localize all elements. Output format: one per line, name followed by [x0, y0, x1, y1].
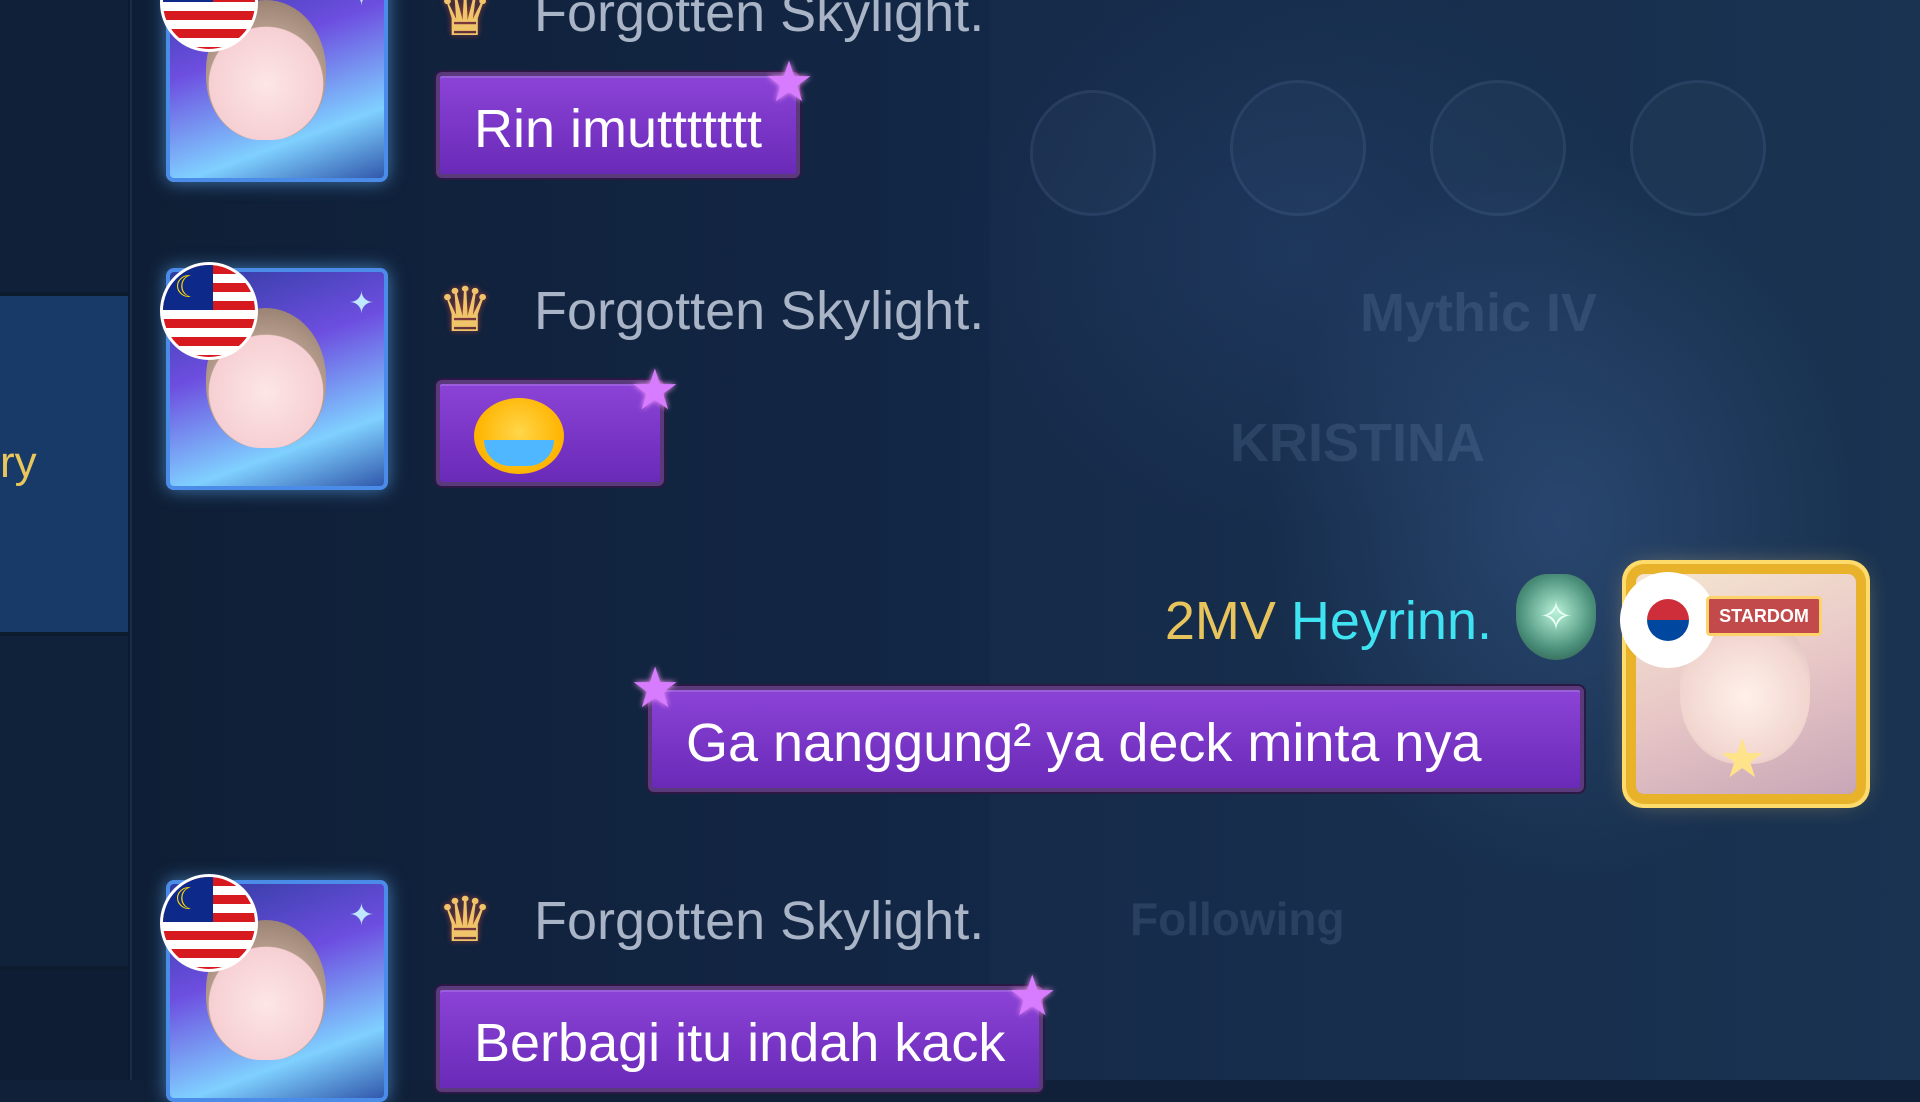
sparkle-icon: ✦: [348, 287, 374, 320]
sender-avatar[interactable]: ☾ ✦: [160, 874, 388, 1102]
ghost-avatar-icon: [1230, 80, 1366, 216]
malaysia-flag-icon: ☾: [160, 874, 258, 972]
left-sidebar: ry: [0, 0, 132, 1080]
chat-message-bubble[interactable]: Rin imuttttttt ★: [436, 54, 814, 178]
malaysia-flag-icon: ☾: [160, 262, 258, 360]
chat-message-bubble[interactable]: Ga nanggung² ya deck minta nya ★: [630, 660, 1584, 792]
sender-name: Forgotten Skylight.: [534, 891, 985, 951]
background-name-text: KRISTINA: [1230, 413, 1485, 473]
mythic-rank-icon: ♛: [437, 275, 493, 345]
star-icon: ★: [630, 656, 681, 719]
background-following-text: Following: [1130, 893, 1345, 945]
star-frame-icon: ★: [1718, 729, 1767, 789]
mythic-rank-icon: ♛: [437, 885, 493, 955]
ghost-star-icon: [1030, 90, 1156, 216]
rank-badge-icon: ✧: [1516, 574, 1596, 660]
star-icon: ★: [763, 50, 815, 113]
message-text: Ga nanggung² ya deck minta nya: [686, 713, 1482, 773]
squad-tag: 2MV: [1164, 591, 1276, 651]
message-text: Rin imuttttttt: [474, 99, 763, 159]
sparkle-icon: ✦: [348, 899, 374, 932]
star-icon: ★: [629, 358, 680, 421]
background-profile-panel: Mythic IV KRISTINA Following: [990, 0, 1920, 1080]
korea-flag-icon: [1620, 572, 1716, 668]
sender-avatar[interactable]: ☾ ✦: [160, 0, 388, 182]
star-icon: ★: [1007, 964, 1058, 1027]
message-text: Berbagi itu indah kack: [474, 1013, 1006, 1073]
self-sender-name: 2MV Heyrinn.: [1165, 590, 1492, 652]
sidebar-tab[interactable]: [0, 0, 128, 292]
stardom-badge: STARDOM: [1706, 596, 1822, 636]
crying-face-emoji-icon: [474, 398, 564, 474]
mythic-rank-icon: ♛: [437, 0, 493, 49]
sidebar-tab[interactable]: [0, 636, 128, 966]
sparkle-icon: ✦: [349, 0, 374, 13]
self-nickname: Heyrinn.: [1290, 591, 1492, 651]
ghost-avatar-icon: [1630, 80, 1766, 216]
chat-message-bubble[interactable]: Berbagi itu indah kack ★: [436, 968, 1057, 1092]
sender-avatar[interactable]: ☾ ✦: [160, 262, 388, 490]
background-rank-text: Mythic IV: [1360, 283, 1598, 343]
self-avatar[interactable]: STARDOM ★: [1620, 572, 1856, 794]
sidebar-tab[interactable]: [0, 970, 128, 1080]
sidebar-tab-label: ry: [0, 438, 37, 487]
chat-emoji-bubble[interactable]: ★: [436, 362, 680, 486]
sender-name: Forgotten Skylight.: [534, 0, 985, 43]
ghost-avatar-icon: [1430, 80, 1566, 216]
sender-name: Forgotten Skylight.: [534, 281, 985, 341]
